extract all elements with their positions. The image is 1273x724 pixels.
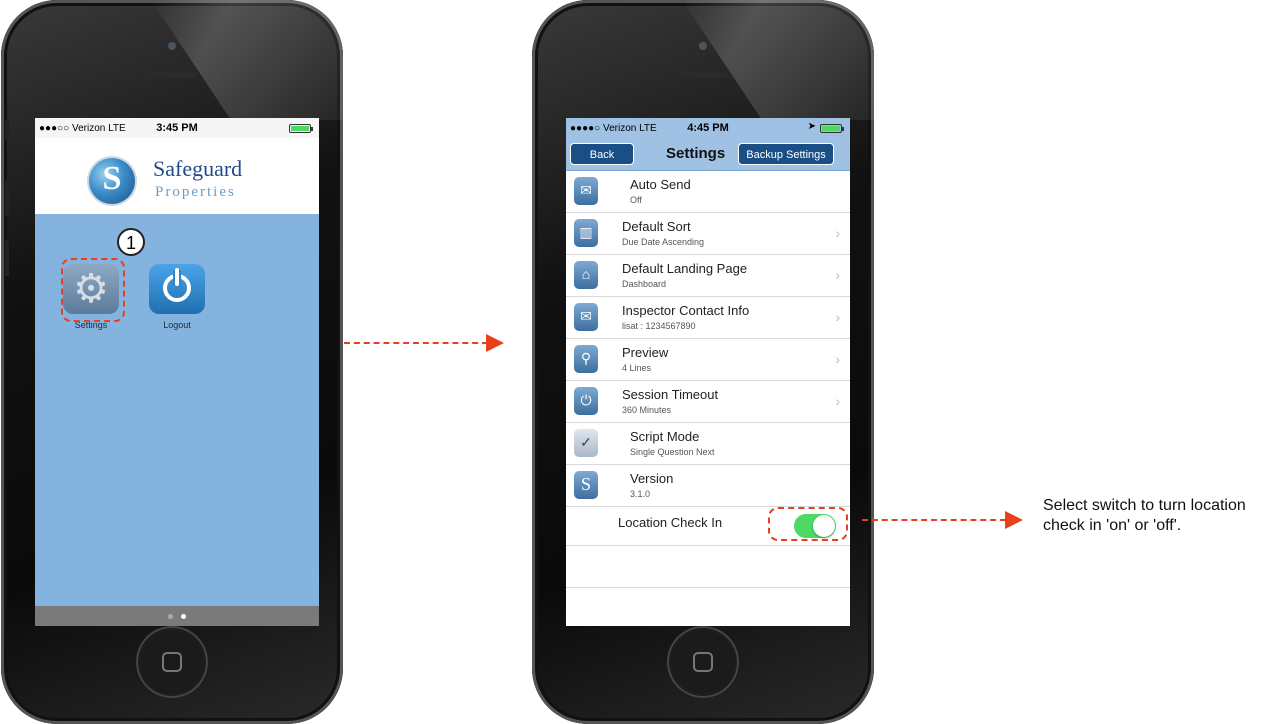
camera [699,42,707,50]
page-dot-active [181,614,186,619]
setting-value: 4 Lines [622,363,652,373]
mail-icon: ✉ [574,177,598,205]
setting-value: Off [630,195,642,205]
screen-glare [151,0,343,120]
toggle-highlight [768,507,848,541]
side-button [5,180,9,216]
backup-settings-button[interactable]: Backup Settings [738,143,834,165]
setting-default-landing-page[interactable]: ⌂ Default Landing Page Dashboard › [566,255,850,297]
setting-title: Default Sort [622,219,691,234]
page-dot [168,614,173,619]
flow-arrow-line [344,342,488,344]
camera [168,42,176,50]
home-button[interactable] [136,626,208,698]
chevron-right-icon: › [835,393,840,409]
chevron-right-icon: › [835,351,840,367]
chevron-right-icon: › [835,309,840,325]
setting-title: Script Mode [630,429,700,444]
setting-title: Preview [622,345,669,360]
checklist-icon: ✓ [574,429,598,457]
setting-title: Location Check In [618,515,723,530]
annotation-text: Select switch to turn location check in … [1043,497,1246,534]
magnifier-icon: ⚲ [574,345,598,373]
side-button [5,120,9,140]
envelope-icon: ✉ [574,303,598,331]
nav-bar: Back Settings Backup Settings [566,138,850,171]
home-desktop: ⚙ Settings Logout 1 [35,214,319,606]
battery-icon [820,124,844,133]
speaker [147,72,197,78]
speaker [678,72,728,78]
setting-auto-send[interactable]: ✉ Auto Send Off [566,171,850,213]
setting-default-sort[interactable]: ▥ Default Sort Due Date Ascending › [566,213,850,255]
chevron-right-icon: › [835,225,840,241]
battery-icon [289,124,313,133]
side-button [5,240,9,276]
bars-icon: ▥ [574,219,598,247]
setting-title: Default Landing Page [622,261,748,276]
back-button[interactable]: Back [570,143,634,165]
setting-value: Due Date Ascending [622,237,705,247]
brand-name: Safeguard [153,156,243,181]
setting-title: Inspector Contact Info [622,303,750,318]
setting-title: Auto Send [630,177,691,192]
location-arrow-icon: ➤ [807,121,816,132]
setting-inspector-contact-info[interactable]: ✉ Inspector Contact Info lisat : 1234567… [566,297,850,339]
status-bar: ●●●○○ Verizon LTE 3:45 PM [35,118,319,138]
left-phone: ●●●○○ Verizon LTE 3:45 PM S Safeguard Pr… [1,0,343,724]
right-phone: ●●●●○ Verizon LTE 4:45 PM ➤ Back Setting… [532,0,874,724]
power-icon [149,264,205,314]
setting-title: Session Timeout [622,387,719,402]
brand-header: S Safeguard Properties [35,138,319,215]
logout-app-label: Logout [163,320,191,330]
setting-title: Version [630,471,674,486]
chevron-right-icon: › [835,267,840,283]
flow-arrow-head [486,334,504,352]
setting-session-timeout[interactable]: ⏻ Session Timeout 360 Minutes › [566,381,850,423]
logo-icon: S [574,471,598,499]
annotation-arrow-line [862,519,1006,521]
brand-tagline: Properties [155,184,236,200]
annotation-arrow-head [1005,511,1023,529]
step-badge: 1 [117,228,145,256]
setting-script-mode[interactable]: ✓ Script Mode Single Question Next [566,423,850,465]
logout-app[interactable]: Logout [147,264,207,330]
settings-highlight [61,258,125,322]
setting-preview[interactable]: ⚲ Preview 4 Lines › [566,339,850,381]
carrier-label: ●●●●○ Verizon LTE [570,122,657,134]
status-bar: ●●●●○ Verizon LTE 4:45 PM ➤ [566,118,850,138]
setting-value: Single Question Next [630,447,715,457]
empty-row [566,546,850,588]
carrier-label: ●●●○○ Verizon LTE [39,122,126,134]
setting-value: 3.1.0 [630,489,651,499]
home-button[interactable] [667,626,739,698]
setting-value: Dashboard [622,279,667,289]
right-screen: ●●●●○ Verizon LTE 4:45 PM ➤ Back Setting… [566,118,850,626]
setting-value: 360 Minutes [622,405,672,415]
page-title: Settings [666,145,726,162]
logo-icon: S [89,158,135,204]
left-screen: ●●●○○ Verizon LTE 3:45 PM S Safeguard Pr… [35,118,319,626]
setting-value: lisat : 1234567890 [622,321,696,331]
power-icon: ⏻ [574,387,598,415]
setting-version: S Version 3.1.0 [566,465,850,507]
setting-location-check-in: Location Check In [566,507,850,546]
page-indicator [35,606,319,626]
screen-glare [682,0,874,120]
home-icon: ⌂ [574,261,598,289]
